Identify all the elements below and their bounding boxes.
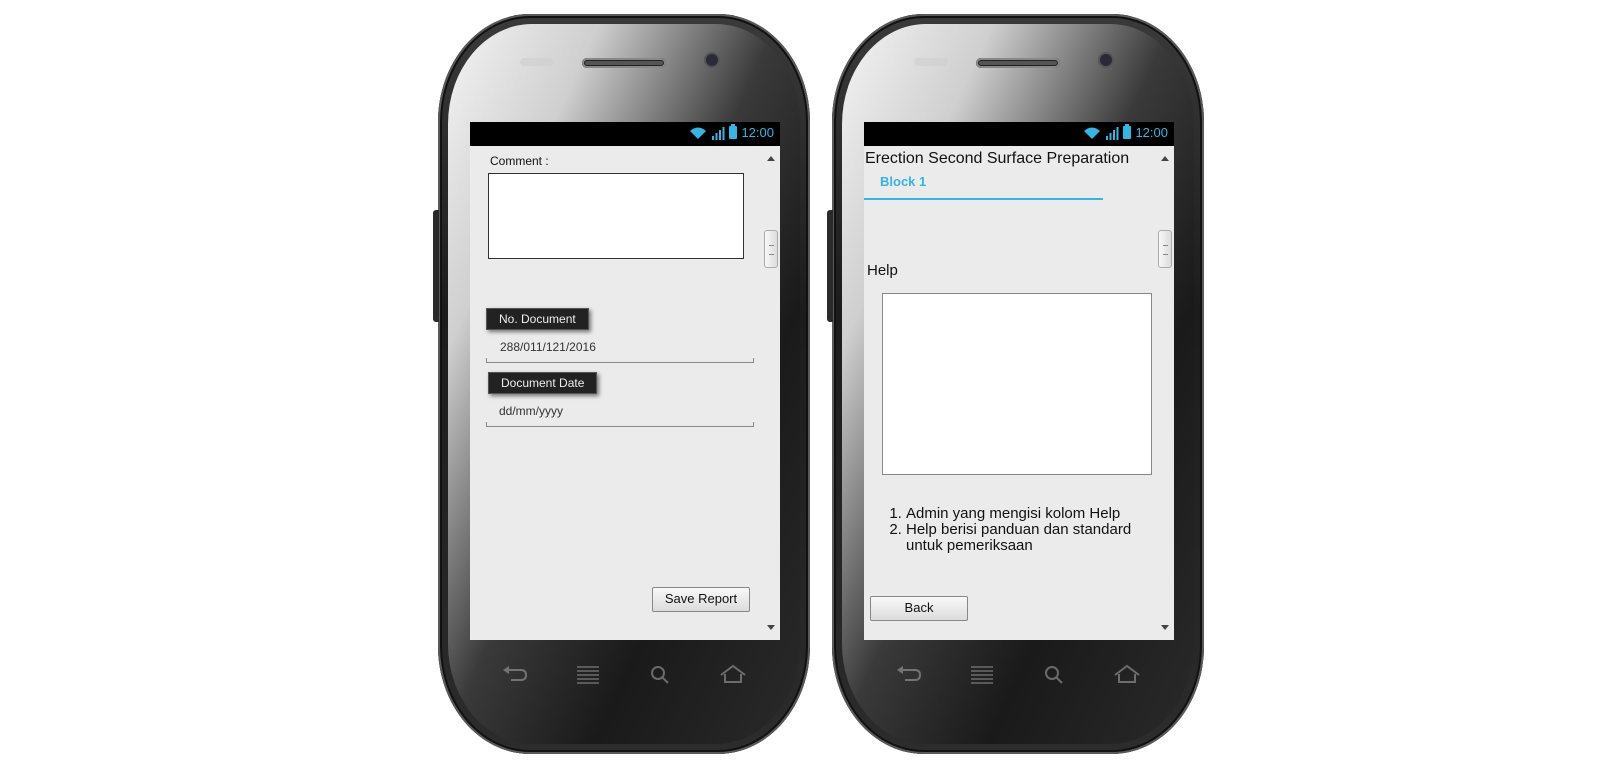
phone-left: 12:00 Comment : No. Document 288/011/121…	[433, 14, 810, 754]
search-icon[interactable]	[1040, 664, 1068, 684]
back-icon[interactable]	[501, 664, 529, 684]
help-textarea[interactable]	[882, 293, 1152, 475]
signal-icon	[712, 126, 725, 140]
scroll-up-arrow-icon[interactable]	[767, 156, 775, 161]
document-date-label: Document Date	[488, 372, 598, 394]
document-date-underline	[486, 422, 754, 427]
earpiece-speaker	[582, 58, 666, 68]
help-label: Help	[867, 262, 898, 279]
side-button	[827, 210, 833, 322]
proximity-sensor	[520, 58, 554, 66]
no-document-field[interactable]: 288/011/121/2016	[500, 340, 596, 354]
scroll-down-arrow-icon[interactable]	[767, 625, 775, 630]
wifi-icon	[1084, 127, 1101, 139]
no-document-underline	[486, 358, 754, 363]
comment-input[interactable]	[488, 173, 744, 259]
wifi-icon	[690, 127, 707, 139]
scroll-thumb[interactable]	[1158, 230, 1172, 268]
battery-icon	[1123, 124, 1132, 139]
page-title: Erection Second Surface Preparation	[865, 150, 1130, 167]
proximity-sensor	[914, 58, 948, 66]
menu-icon[interactable]	[574, 664, 602, 684]
scroll-down-arrow-icon[interactable]	[1161, 625, 1169, 630]
earpiece-speaker	[976, 58, 1060, 68]
back-button[interactable]: Back	[870, 596, 968, 621]
list-item: Admin yang mengisi kolom Help	[906, 506, 1166, 522]
front-camera	[1100, 54, 1112, 66]
phone-right: 12:00 Erection Second Surface Preparatio…	[827, 14, 1204, 754]
signal-icon	[1106, 126, 1119, 140]
home-icon[interactable]	[719, 664, 747, 684]
hardware-nav-bar	[479, 654, 769, 694]
help-notes-list: Admin yang mengisi kolom Help Help beris…	[884, 506, 1166, 554]
front-camera	[706, 54, 718, 66]
scroll-thumb[interactable]	[764, 230, 778, 268]
screen-left: 12:00 Comment : No. Document 288/011/121…	[470, 122, 780, 640]
scrollbar[interactable]	[764, 150, 778, 636]
status-time: 12:00	[1135, 125, 1168, 140]
menu-icon[interactable]	[968, 664, 996, 684]
search-icon[interactable]	[646, 664, 674, 684]
back-icon[interactable]	[895, 664, 923, 684]
scroll-up-arrow-icon[interactable]	[1161, 156, 1169, 161]
comment-label: Comment :	[490, 154, 549, 168]
status-time: 12:00	[741, 125, 774, 140]
status-bar: 12:00	[470, 122, 780, 146]
tab-indicator	[864, 198, 1103, 200]
status-bar: 12:00	[864, 122, 1174, 146]
tab-block-1[interactable]: Block 1	[880, 174, 926, 189]
screen-right: 12:00 Erection Second Surface Preparatio…	[864, 122, 1174, 640]
document-date-field[interactable]: dd/mm/yyyy	[499, 404, 563, 418]
save-report-button[interactable]: Save Report	[652, 587, 750, 612]
no-document-label: No. Document	[486, 308, 589, 330]
list-item: Help berisi panduan dan standard untuk p…	[906, 522, 1166, 554]
home-icon[interactable]	[1113, 664, 1141, 684]
hardware-nav-bar	[873, 654, 1163, 694]
battery-icon	[729, 124, 738, 139]
scrollbar[interactable]	[1158, 150, 1172, 636]
side-button	[433, 210, 439, 322]
